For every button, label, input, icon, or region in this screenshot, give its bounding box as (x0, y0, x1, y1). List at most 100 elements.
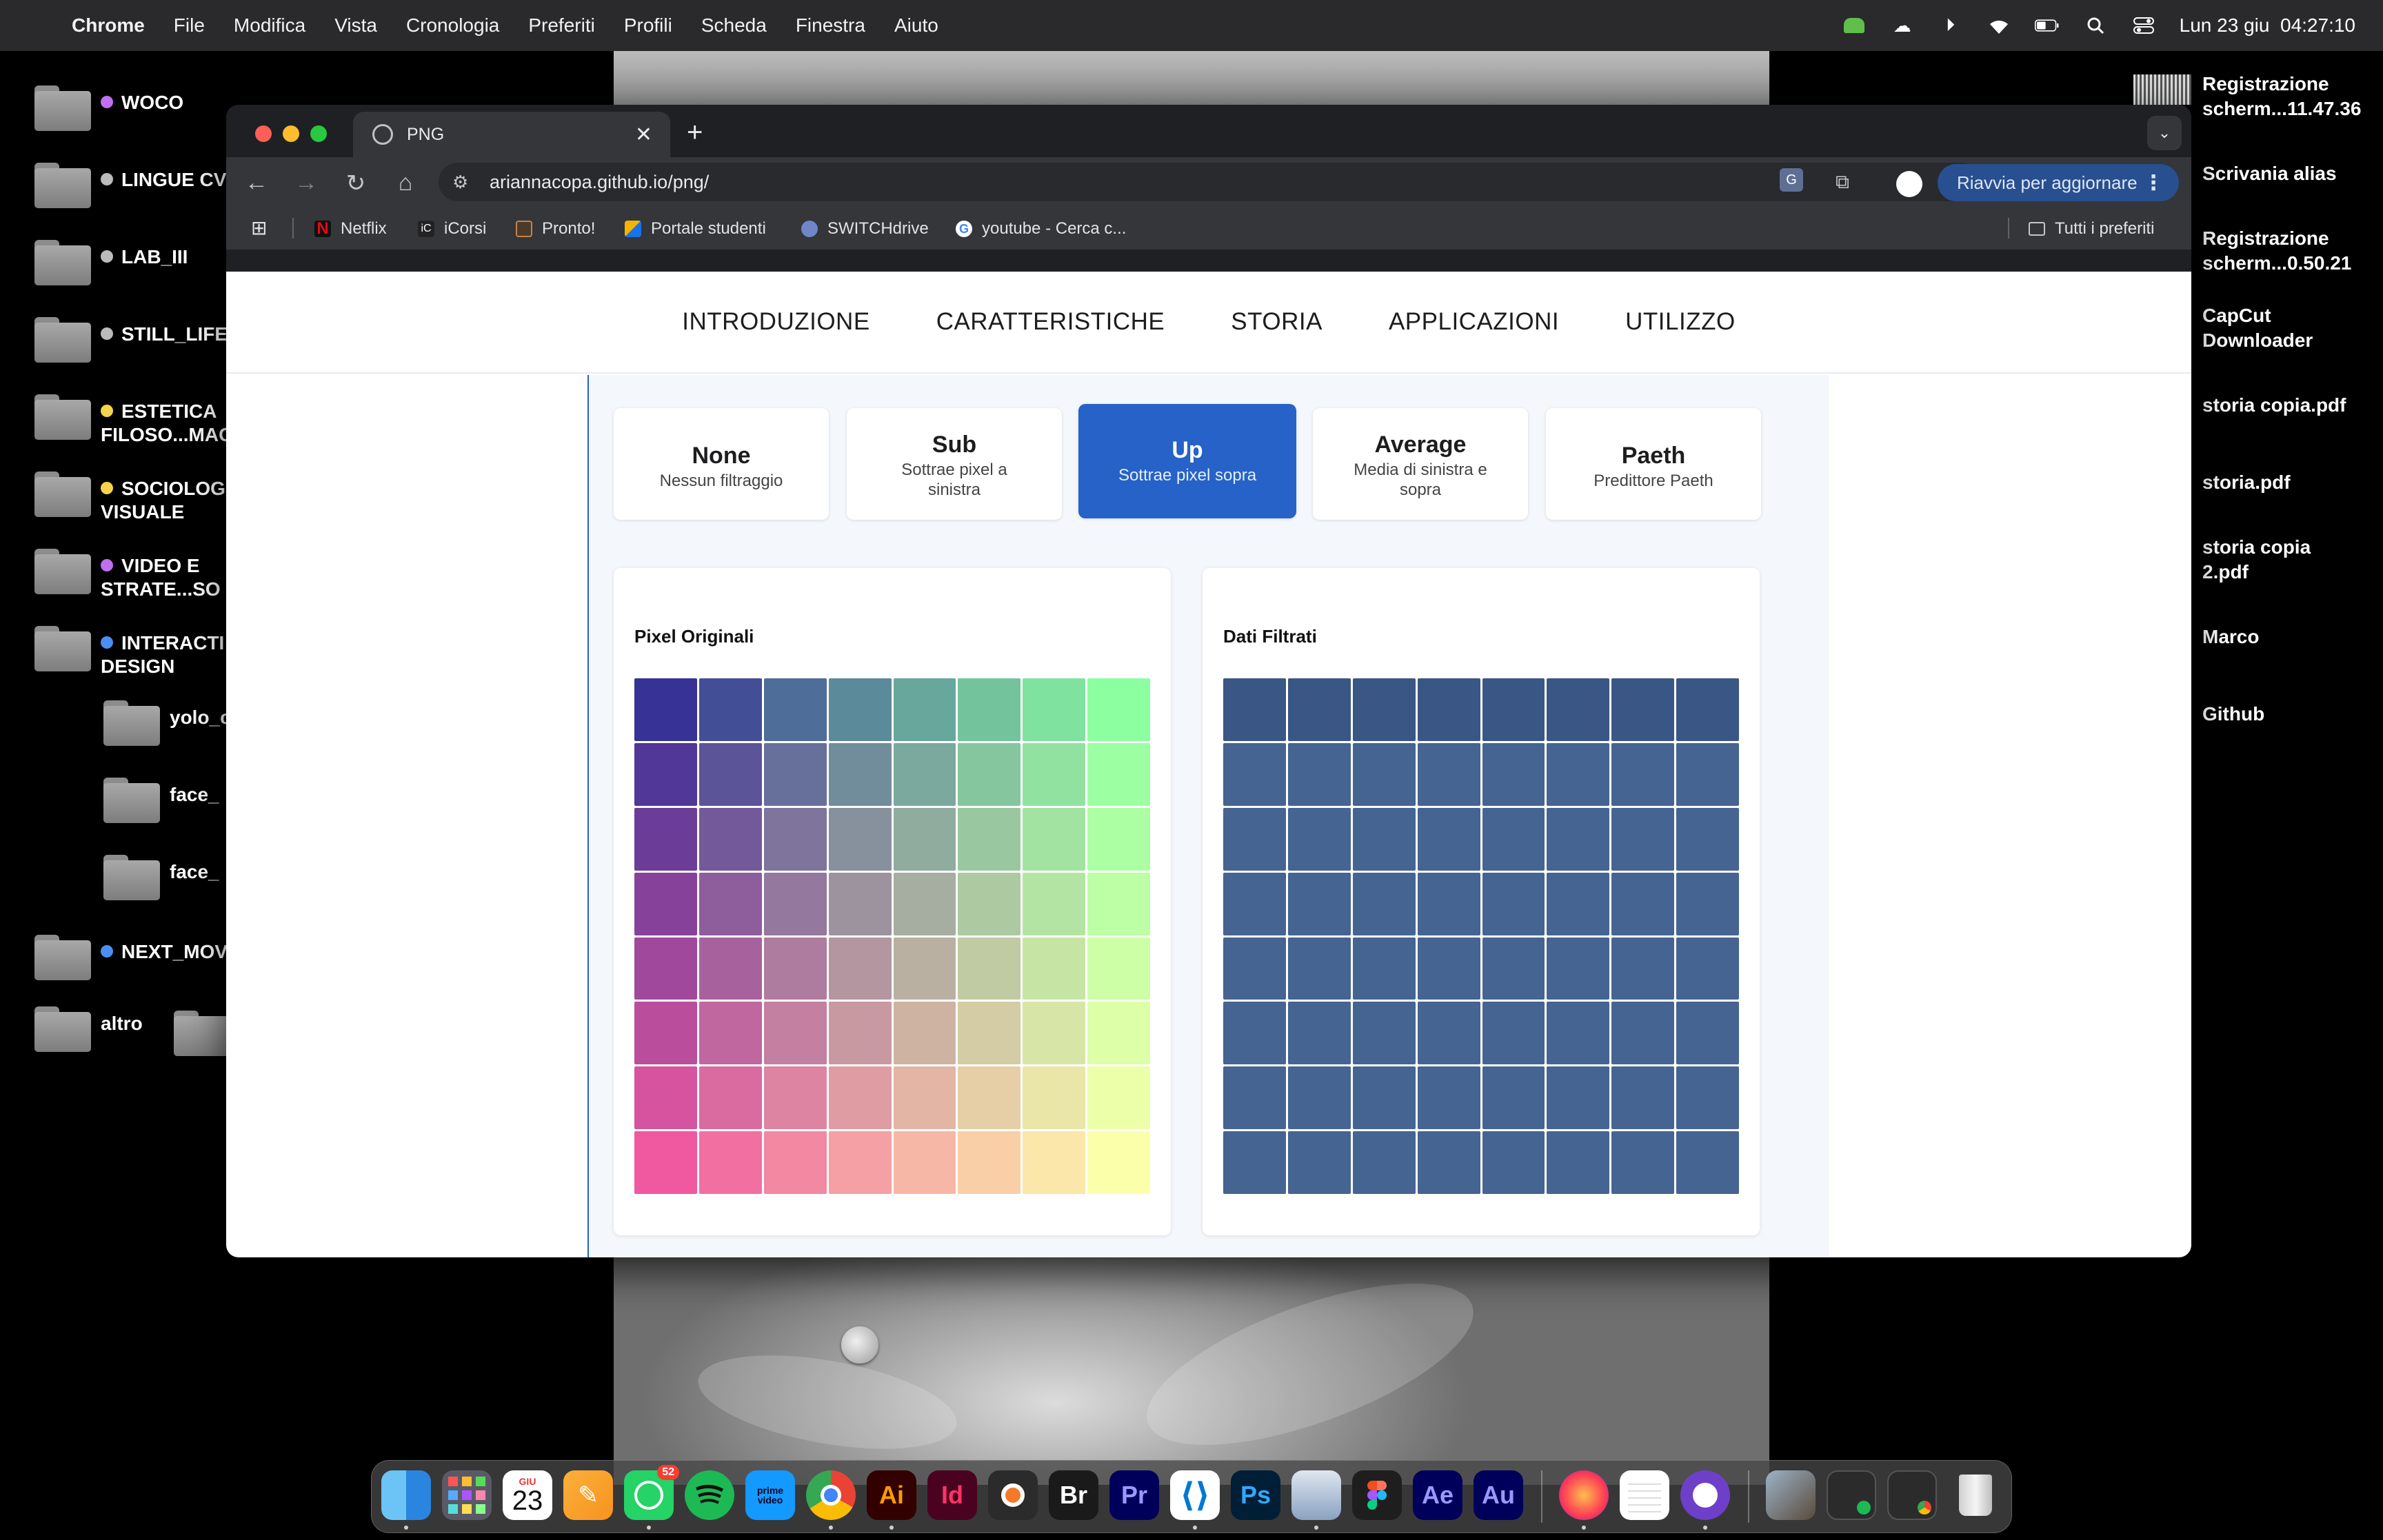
desktop-folder-altro[interactable]: altro (34, 1006, 143, 1052)
back-arrow-icon[interactable]: ← (243, 170, 270, 196)
spotlight-search-icon[interactable] (2083, 15, 2108, 36)
desktop-file-registrazione-2[interactable]: Registrazione scherm...0.50.21 (2202, 226, 2375, 276)
desktop-file-registrazione-1[interactable]: Registrazione scherm...11.47.36 (2202, 72, 2375, 121)
home-icon[interactable]: ⌂ (392, 170, 419, 196)
desktop-file-marco[interactable]: Marco (2202, 625, 2375, 649)
desktop-file-storia-copia-2[interactable]: storia copia 2.pdf (2202, 535, 2375, 585)
indesign-icon[interactable]: Id (927, 1470, 977, 1520)
site-info-icon[interactable]: ⚙ (452, 172, 474, 193)
nav-applicazioni[interactable]: APPLICAZIONI (1389, 308, 1559, 336)
whatsapp-icon[interactable]: 52 (624, 1465, 679, 1520)
desktop-file-scrivania-alias[interactable]: Scrivania alias (2202, 161, 2375, 186)
apps-grid-icon[interactable]: ⊞ (251, 216, 267, 239)
menu-history[interactable]: Cronologia (406, 14, 499, 37)
forward-arrow-icon[interactable]: → (292, 170, 320, 196)
menubar-clock[interactable]: Lun 23 giu 04:27:10 (2180, 14, 2355, 37)
desktop-file-storia-copia[interactable]: storia copia.pdf (2202, 393, 2375, 418)
desktop-file-github[interactable]: Github (2202, 702, 2375, 727)
new-tab-button[interactable]: + (687, 117, 703, 148)
translate-icon[interactable]: G (1779, 167, 1804, 192)
calendar-icon[interactable]: GIU 23 (503, 1470, 552, 1520)
more-menu-icon[interactable]: ⋮ (2143, 171, 2164, 195)
filter-sub-button[interactable]: Sub Sottrae pixel a sinistra (847, 408, 1062, 520)
bookmark-icorsi[interactable]: iC iCorsi (418, 219, 486, 239)
desktop-folder-face-1[interactable]: face_ (103, 778, 219, 823)
menu-help[interactable]: Aiuto (894, 14, 938, 37)
trash-icon[interactable] (1951, 1470, 2000, 1520)
creative-cloud-icon[interactable]: ☁ (1890, 15, 1915, 36)
filter-up-button[interactable]: Up Sottrae pixel sopra (1078, 404, 1296, 518)
preview-icon[interactable] (1291, 1470, 1341, 1520)
launchpad-icon[interactable] (442, 1470, 492, 1520)
desktop-folder-lingue-cv[interactable]: LINGUE CV (34, 163, 226, 208)
premiere-icon[interactable]: Pr (1109, 1470, 1159, 1520)
nav-introduzione[interactable]: INTRODUZIONE (682, 308, 869, 336)
after-effects-icon[interactable]: Ae (1413, 1470, 1462, 1520)
profile-avatar[interactable] (1896, 171, 1922, 197)
wifi-icon[interactable] (1987, 15, 2011, 36)
menu-file[interactable]: File (174, 14, 205, 37)
recent-file-thumbnail[interactable] (1766, 1470, 1816, 1520)
bridge-icon[interactable]: Br (1049, 1470, 1098, 1520)
figma-icon[interactable] (1352, 1470, 1402, 1520)
desktop-folder-yolo[interactable]: yolo_c (103, 700, 231, 746)
bookmark-netflix[interactable]: N Netflix (314, 219, 387, 239)
desktop-folder-partial[interactable] (174, 1011, 230, 1056)
github-desktop-icon[interactable] (1680, 1470, 1730, 1520)
zoom-window-button[interactable] (310, 125, 327, 142)
audition-icon[interactable]: Au (1474, 1470, 1523, 1520)
desktop-folder-interaction-design[interactable]: INTERACTI DESIGN (34, 626, 224, 678)
menu-bookmarks[interactable]: Preferiti (528, 14, 594, 37)
menu-app-name[interactable]: Chrome (72, 14, 145, 37)
pages-icon[interactable]: ✎ (563, 1470, 613, 1520)
reload-icon[interactable]: ↻ (342, 170, 370, 197)
minimize-window-button[interactable] (283, 125, 299, 142)
desktop-file-storia[interactable]: storia.pdf (2202, 470, 2375, 495)
menu-window[interactable]: Finestra (796, 14, 865, 37)
finder-icon[interactable] (381, 1470, 431, 1520)
tab-search-chevron-icon[interactable]: ⌄ (2147, 116, 2182, 150)
all-bookmarks-folder[interactable]: Tutti i preferiti (2029, 219, 2154, 239)
battery-icon[interactable] (2034, 15, 2060, 36)
nav-storia[interactable]: STORIA (1231, 308, 1323, 336)
filter-none-button[interactable]: None Nessun filtraggio (614, 408, 829, 520)
tab-png[interactable]: PNG ✕ (353, 112, 670, 157)
blender-icon[interactable] (988, 1470, 1038, 1520)
screenshot-thumbnail[interactable] (2133, 74, 2191, 105)
desktop-folder-still-life[interactable]: STILL_LIFE (34, 317, 228, 363)
illustrator-icon[interactable]: Ai (867, 1470, 916, 1520)
desktop-folder-sociologia[interactable]: SOCIOLOG VISUALE (34, 472, 225, 524)
filter-average-button[interactable]: Average Media di sinistra e sopra (1313, 408, 1528, 520)
android-icon[interactable] (1842, 15, 1867, 36)
firefox-icon[interactable] (1559, 1470, 1609, 1520)
prime-video-icon[interactable]: prime video (745, 1470, 795, 1520)
address-bar[interactable]: ⚙ ariannacopa.github.io/png/ ☆ (439, 163, 1980, 201)
nav-utilizzo[interactable]: UTILIZZO (1625, 308, 1736, 336)
menu-profiles[interactable]: Profili (624, 14, 672, 37)
recent-window-thumbnail[interactable] (1827, 1470, 1876, 1520)
menu-view[interactable]: Vista (334, 14, 377, 37)
bookmark-youtube-search[interactable]: Gyoutube - Cerca c... (956, 219, 1126, 239)
play-icon[interactable]: ⏵ (1938, 14, 1963, 36)
desktop-folder-video[interactable]: VIDEO E STRATE...SO (34, 549, 221, 601)
nav-caratteristiche[interactable]: CARATTERISTICHE (936, 308, 1165, 336)
notes-icon[interactable] (1620, 1470, 1669, 1520)
desktop-file-capcut[interactable]: CapCut Downloader (2202, 303, 2375, 353)
recent-window-thumbnail[interactable] (1887, 1470, 1937, 1520)
spotify-icon[interactable] (685, 1470, 734, 1520)
desktop-folder-next-mov[interactable]: NEXT_MOV (34, 935, 228, 980)
bookmark-portale-studenti[interactable]: Portale studenti (625, 219, 766, 239)
close-tab-icon[interactable]: ✕ (635, 123, 652, 147)
photoshop-icon[interactable]: Ps (1231, 1470, 1280, 1520)
chrome-icon[interactable] (806, 1470, 856, 1520)
url-text[interactable]: ariannacopa.github.io/png/ (490, 172, 709, 193)
desktop-folder-estetica[interactable]: ESTETICA FILOSO...MAG (34, 394, 234, 447)
desktop-folder-face-2[interactable]: face_ (103, 855, 219, 900)
menu-tab[interactable]: Scheda (701, 14, 767, 37)
bookmark-switchdrive[interactable]: SWITCHdrive (801, 219, 929, 239)
close-window-button[interactable] (255, 125, 272, 142)
menu-edit[interactable]: Modifica (234, 14, 305, 37)
extensions-puzzle-icon[interactable]: ⧉ (1830, 171, 1855, 196)
vscode-icon[interactable]: ⟨⟩ (1170, 1470, 1220, 1520)
control-center-icon[interactable] (2131, 15, 2156, 36)
